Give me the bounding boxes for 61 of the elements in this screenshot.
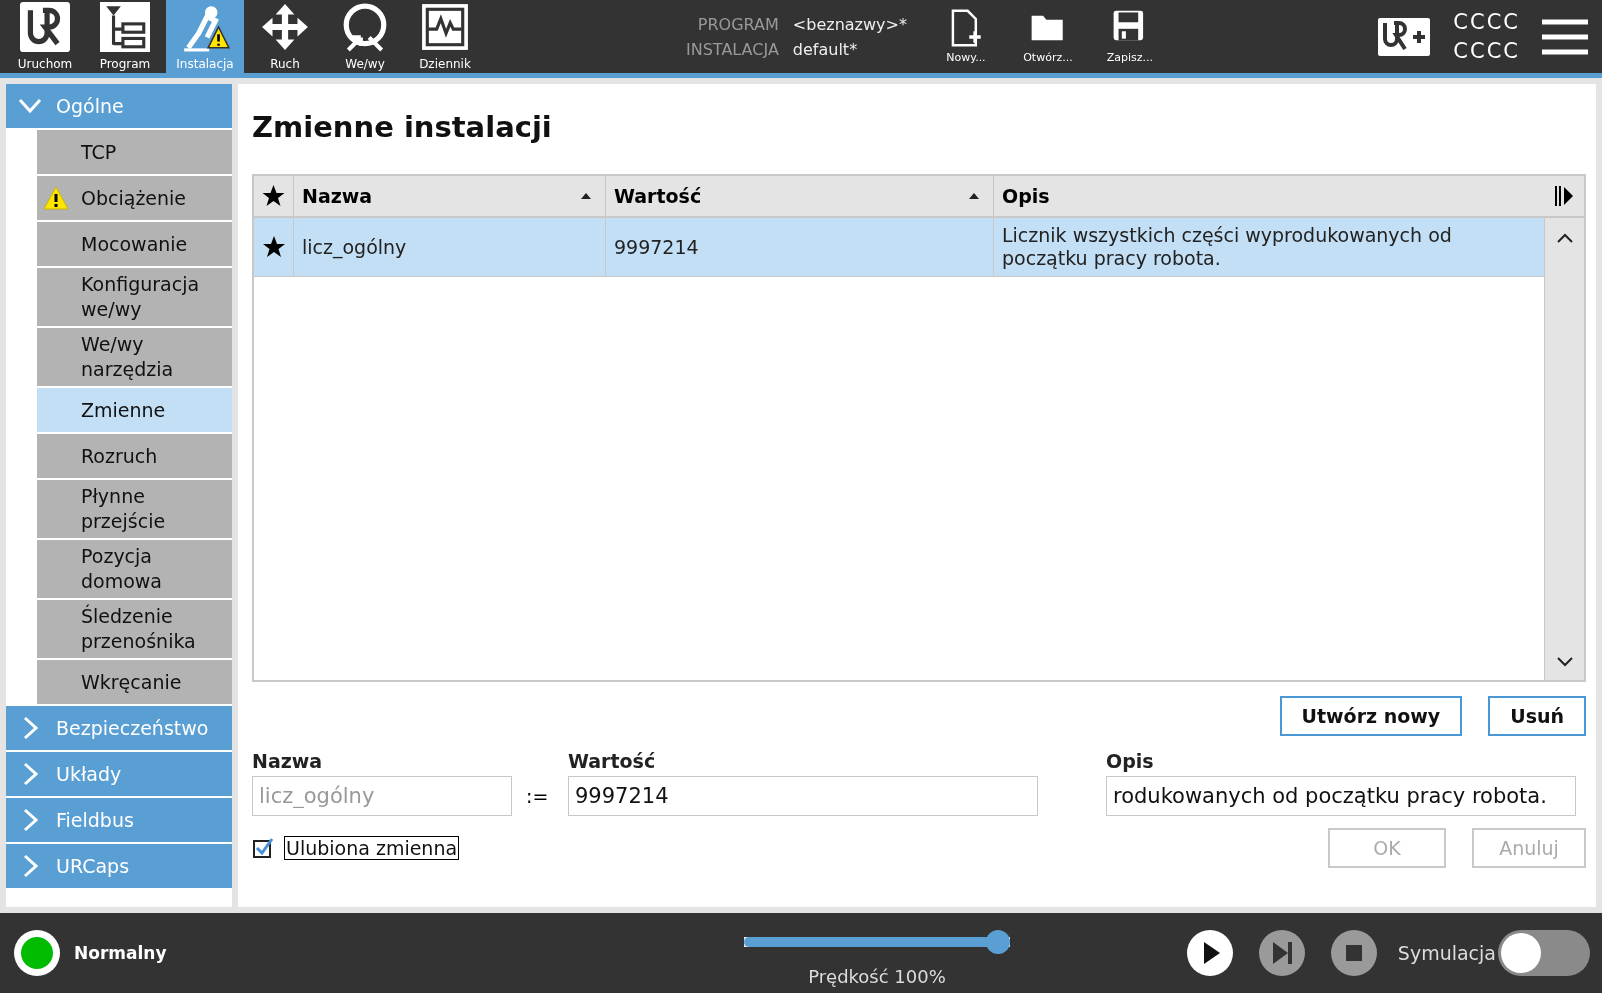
file-button[interactable]: Nowy... — [926, 0, 1005, 73]
field-label: Nazwa — [252, 750, 324, 772]
table-cell-text: Licznik wszystkich części wyprodukowanych od początku pracy robota. — [1001, 223, 1453, 271]
sort-arrow-icon — [969, 193, 979, 199]
speed-label: Prędkość 100% — [808, 965, 946, 987]
sidebar-item[interactable]: Zmienne — [37, 388, 232, 432]
field-label: Wartość — [568, 750, 657, 772]
star-icon — [261, 235, 286, 259]
program-label: PROGRAM — [696, 13, 779, 36]
sidebar-item[interactable]: TCP — [37, 130, 232, 174]
program-name: <beznazwy>* — [792, 13, 907, 36]
status-code: CCCC — [1453, 8, 1520, 36]
column-header[interactable]: Wartość — [606, 176, 994, 216]
checkbox[interactable] — [252, 837, 274, 859]
checkbox-label[interactable]: Ulubiona zmienna — [284, 836, 460, 860]
nav-tab[interactable]: Ruch — [246, 0, 324, 73]
nav-tab[interactable]: Dziennik — [406, 0, 484, 73]
simulation-label: Symulacja — [1397, 942, 1496, 964]
robot-mode: Normalny — [74, 943, 167, 963]
installation-name: default* — [792, 38, 859, 61]
description-field[interactable]: rodukowanych od początku pracy robota. — [1106, 776, 1576, 816]
table-row[interactable]: licz_ogólny 9997214 Licznik wszystkich części wyprodukowanych od początku pracy robota. — [254, 218, 1544, 277]
menu-icon — [1542, 18, 1588, 55]
nav-tab[interactable]: Program — [86, 0, 164, 73]
action-button[interactable]: Usuń — [1488, 696, 1586, 736]
sidebar-item[interactable]: Śledzenie przenośnika — [37, 600, 232, 658]
sidebar-item[interactable]: Pozycja domowa — [37, 540, 232, 598]
sidebar-item[interactable]: Obciążenie — [37, 176, 232, 220]
sort-arrow-icon — [581, 193, 591, 199]
table-cell: 9997214 — [606, 218, 994, 276]
column-header[interactable]: Nazwa — [294, 176, 606, 216]
column-header[interactable]: Opis — [994, 176, 1544, 216]
nav-tab[interactable]: Uruchom — [6, 0, 84, 73]
simulation-toggle[interactable] — [1498, 930, 1590, 976]
status-light-icon — [12, 928, 62, 978]
installation-label: INSTALACJA — [686, 38, 779, 61]
table-cell: licz_ogólny — [294, 218, 606, 276]
scrollbar[interactable] — [1544, 218, 1584, 680]
chevron-down-icon — [1555, 656, 1574, 668]
play-icon — [1185, 929, 1234, 977]
stop-icon — [1329, 929, 1378, 977]
urcap-logo-icon — [1377, 16, 1432, 57]
sidebar-item[interactable]: Mocowanie — [37, 222, 232, 266]
sidebar-item[interactable]: Rozruch — [37, 434, 232, 478]
sidebar-item[interactable]: Wkręcanie — [37, 660, 232, 704]
assign-operator: := — [526, 785, 550, 807]
step-icon — [1257, 929, 1306, 977]
file-button[interactable]: Zapisz... — [1090, 0, 1169, 73]
sidebar-item[interactable]: We/wy narzędzia — [37, 328, 232, 386]
move-arrows-icon — [260, 2, 310, 52]
sidebar-item[interactable]: Płynne przejście — [37, 480, 232, 538]
page-title: Zmienne instalacji — [252, 110, 552, 144]
field-label: Opis — [1106, 750, 1155, 772]
status-code: CCCC — [1453, 37, 1520, 65]
chevron-up-icon — [1555, 232, 1574, 244]
value-field[interactable]: 9997214 — [568, 776, 1038, 816]
action-button[interactable]: Utwórz nowy — [1279, 696, 1463, 736]
nav-tab[interactable]: We/wy — [326, 0, 404, 73]
warning-icon — [43, 186, 69, 210]
file-button[interactable]: Otwórz... — [1008, 0, 1087, 73]
sidebar-item[interactable]: Konfiguracja we/wy — [37, 268, 232, 326]
